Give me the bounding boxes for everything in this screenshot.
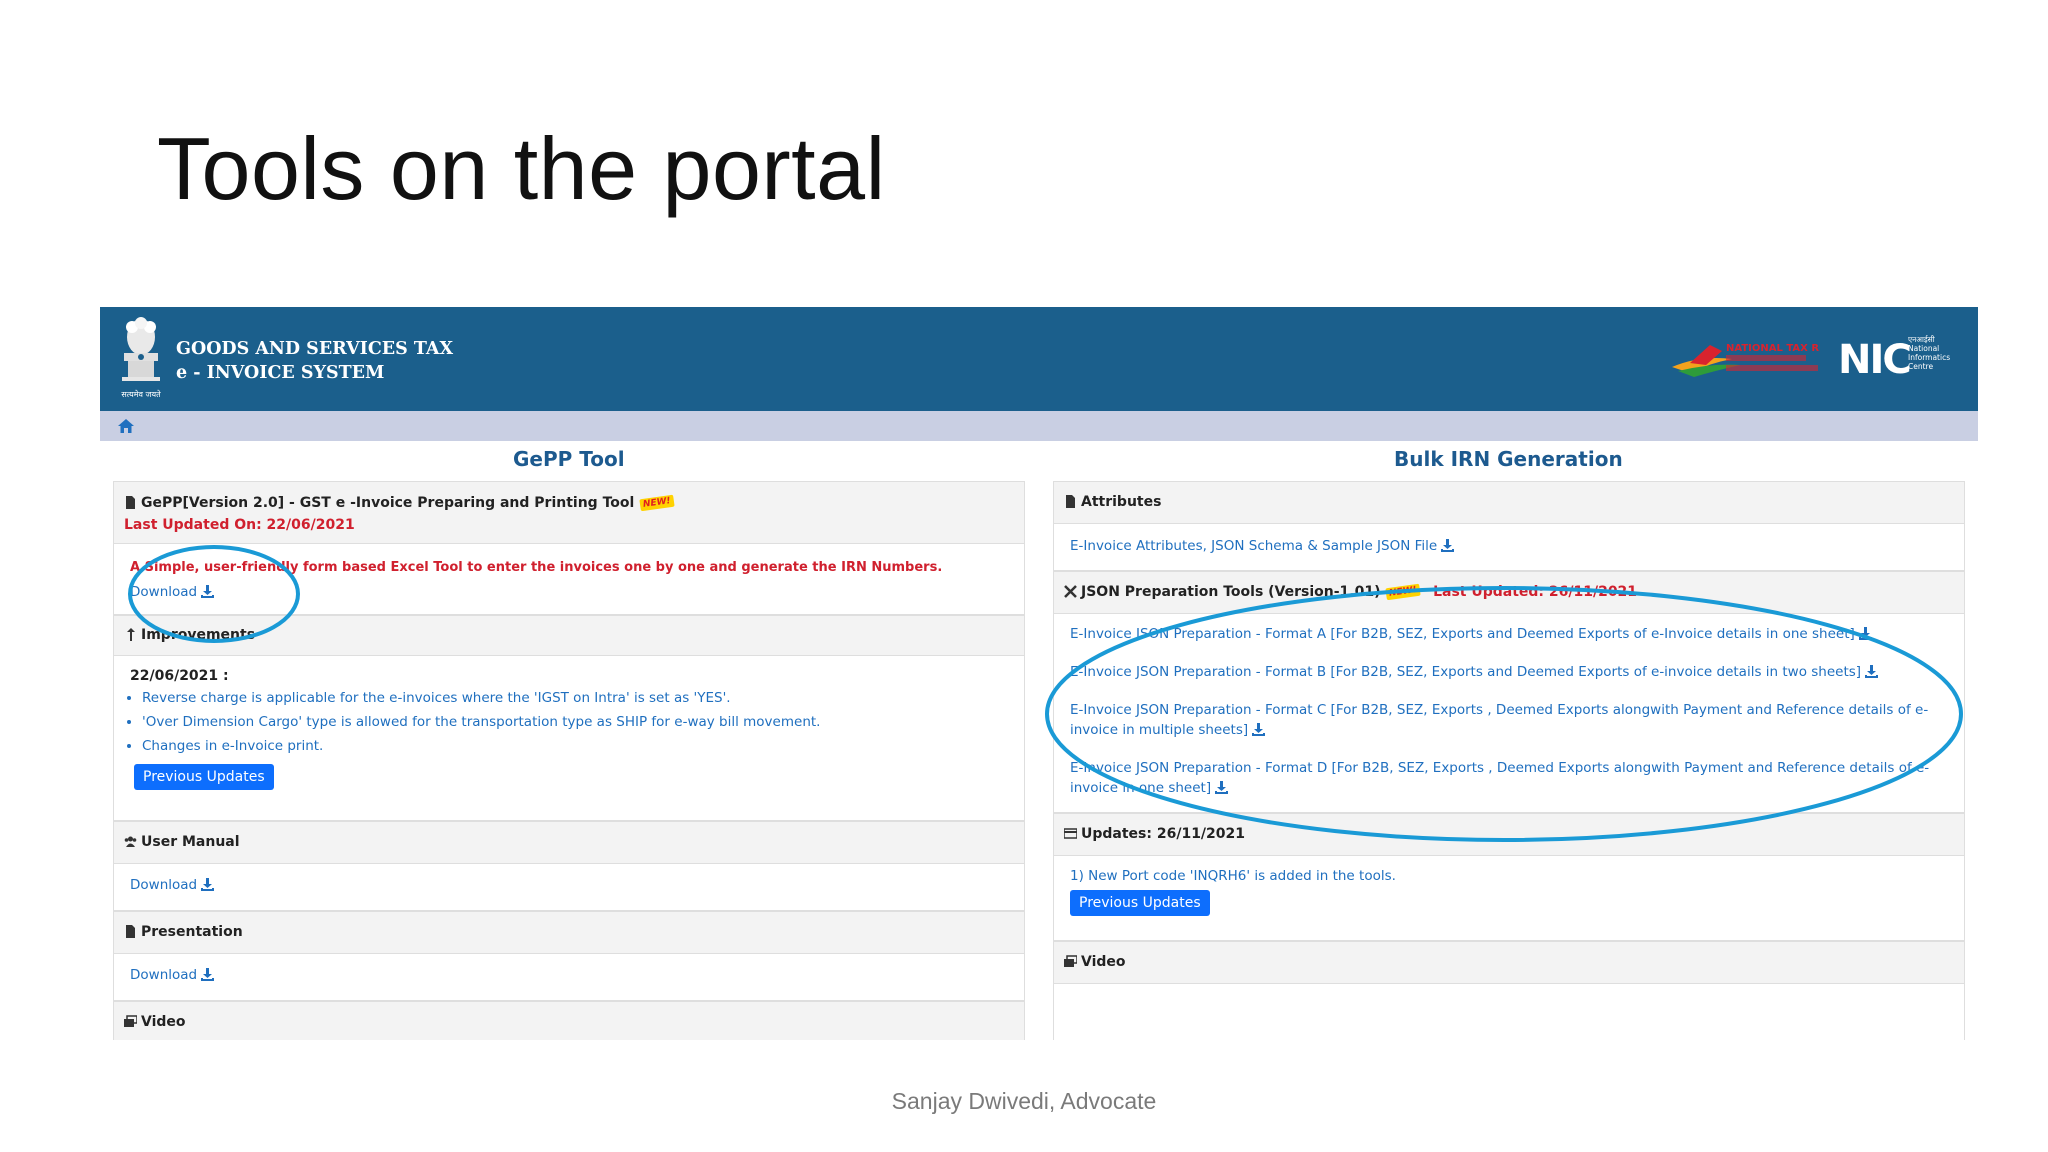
national-tax-registry-logo: NATIONAL TAX REGISTRY <box>1672 343 1820 377</box>
presentation-panel: Presentation Download <box>113 911 1025 1001</box>
brand-line-1: GOODS AND SERVICES TAX <box>176 339 454 359</box>
video-icon <box>1064 955 1077 967</box>
download-icon <box>1865 665 1879 678</box>
updates-heading: Updates: 26/11/2021 <box>1081 826 1246 842</box>
nic-subtitle: एनआईसी National Informatics Centre <box>1908 335 1950 371</box>
previous-updates-button[interactable]: Previous Updates <box>134 764 274 790</box>
improvements-list: Reverse charge is applicable for the e-i… <box>130 690 1008 754</box>
tools-icon <box>1064 585 1077 598</box>
improvements-heading: Improvements <box>141 627 256 643</box>
download-icon <box>201 585 215 598</box>
file-icon <box>126 925 135 938</box>
presentation-heading: Presentation <box>141 924 243 940</box>
improvements-panel-head: Improvements <box>114 616 1024 656</box>
portal-brand: GOODS AND SERVICES TAX e - INVOICE SYSTE… <box>176 337 453 385</box>
json-tools-heading: JSON Preparation Tools (Version-1.01) <box>1081 584 1381 600</box>
ntr-logo-text: NATIONAL TAX REGISTRY <box>1726 343 1820 354</box>
download-icon <box>201 968 215 981</box>
gepp-description: A Simple, user-friendly form based Excel… <box>130 560 943 575</box>
presentation-download-link[interactable]: Download <box>114 954 1024 983</box>
nic-sub-1: एनआईसी <box>1908 335 1935 344</box>
user-manual-panel: User Manual Download <box>113 821 1025 911</box>
format-c-label: E-Invoice JSON Preparation - Format C [F… <box>1070 702 1929 738</box>
presentation-head: Presentation <box>114 912 1024 954</box>
json-tools-body: E-Invoice JSON Preparation - Format A [F… <box>1054 614 1964 798</box>
new-badge: NEW! <box>639 494 675 512</box>
card-icon <box>1064 828 1077 839</box>
download-icon <box>1252 723 1266 736</box>
portal-screenshot: सत्यमेव जयते GOODS AND SERVICES TAX e - … <box>100 307 1978 1040</box>
video-head-left: Video <box>114 1002 1024 1040</box>
nic-sub-3: Informatics <box>1908 353 1951 362</box>
bulk-irn-title: Bulk IRN Generation <box>1394 447 1623 471</box>
new-badge: NEW! <box>1385 583 1421 601</box>
list-item: Reverse charge is applicable for the e-i… <box>142 690 1008 706</box>
attributes-head: Attributes <box>1054 482 1964 524</box>
gepp-heading: GePP[Version 2.0] - GST e -Invoice Prepa… <box>141 495 635 511</box>
nic-logo-text: NIC <box>1838 337 1910 381</box>
format-b-label: E-Invoice JSON Preparation - Format B [F… <box>1070 664 1862 680</box>
video-panel-right: Video <box>1053 941 1965 1040</box>
user-manual-head: User Manual <box>114 822 1024 864</box>
update-item: 1) New Port code 'INQRH6' is added in th… <box>1070 868 1396 884</box>
nic-sub-2: National <box>1908 344 1940 353</box>
video-heading: Video <box>141 1014 186 1030</box>
json-tools-last-updated: Last Updated: 26/11/2021 <box>1433 584 1638 600</box>
improvements-panel: Improvements 22/06/2021 : Reverse charge… <box>113 615 1025 821</box>
gepp-last-updated: Last Updated On: 22/06/2021 <box>124 517 355 533</box>
video-panel-left: Video <box>113 1001 1025 1040</box>
json-tools-head: JSON Preparation Tools (Version-1.01) NEW… <box>1054 572 1964 614</box>
video-heading: Video <box>1081 954 1126 970</box>
updates-panel: Updates: 26/11/2021 1) New Port code 'IN… <box>1053 813 1965 941</box>
video-head-right: Video <box>1054 942 1964 984</box>
attributes-link-label: E-Invoice Attributes, JSON Schema & Samp… <box>1070 538 1438 554</box>
user-manual-heading: User Manual <box>141 834 240 850</box>
nic-sub-4: Centre <box>1908 362 1934 371</box>
emblem-caption: सत्यमेव जयते <box>121 389 161 399</box>
download-icon <box>201 878 215 891</box>
download-icon <box>1215 781 1229 794</box>
format-d-link[interactable]: E-Invoice JSON Preparation - Format D [F… <box>1070 758 1948 798</box>
updates-body: 1) New Port code 'INQRH6' is added in th… <box>1054 856 1964 916</box>
users-icon <box>124 836 137 847</box>
home-icon[interactable] <box>118 419 134 433</box>
portal-header: सत्यमेव जयते GOODS AND SERVICES TAX e - … <box>100 307 1978 411</box>
attributes-panel: Attributes E-Invoice Attributes, JSON Sc… <box>1053 481 1965 571</box>
attributes-heading: Attributes <box>1081 494 1162 510</box>
format-a-label: E-Invoice JSON Preparation - Format A [F… <box>1070 626 1855 642</box>
gepp-tool-title: GePP Tool <box>513 447 625 471</box>
level-up-icon <box>127 628 135 641</box>
improvements-body: 22/06/2021 : Reverse charge is applicabl… <box>114 656 1024 790</box>
gepp-panel: GePP[Version 2.0] - GST e -Invoice Prepa… <box>113 481 1025 615</box>
download-label: Download <box>130 877 198 893</box>
file-icon <box>1066 495 1075 508</box>
slide-title: Tools on the portal <box>157 119 886 218</box>
download-label: Download <box>130 967 198 983</box>
improvements-date: 22/06/2021 : <box>130 668 229 684</box>
updates-head: Updates: 26/11/2021 <box>1054 814 1964 856</box>
json-tools-panel: JSON Preparation Tools (Version-1.01) NEW… <box>1053 571 1965 813</box>
brand-line-2: e - INVOICE SYSTEM <box>176 363 385 383</box>
slide-footer: Sanjay Dwivedi, Advocate <box>891 1088 1157 1114</box>
user-manual-download-link[interactable]: Download <box>114 864 1024 893</box>
gepp-panel-head: GePP[Version 2.0] - GST e -Invoice Prepa… <box>114 482 1024 544</box>
download-label: Download <box>130 584 198 600</box>
format-a-link[interactable]: E-Invoice JSON Preparation - Format A [F… <box>1070 624 1948 644</box>
attributes-link[interactable]: E-Invoice Attributes, JSON Schema & Samp… <box>1054 524 1964 554</box>
gepp-download-link[interactable]: Download <box>130 584 1008 600</box>
previous-updates-button[interactable]: Previous Updates <box>1070 890 1210 916</box>
video-icon <box>124 1015 137 1027</box>
gepp-panel-body: A Simple, user-friendly form based Excel… <box>114 544 1024 600</box>
format-c-link[interactable]: E-Invoice JSON Preparation - Format C [F… <box>1070 700 1948 740</box>
list-item: Changes in e-Invoice print. <box>142 738 1008 754</box>
download-icon <box>1858 627 1872 640</box>
format-b-link[interactable]: E-Invoice JSON Preparation - Format B [F… <box>1070 662 1948 682</box>
format-d-label: E-Invoice JSON Preparation - Format D [F… <box>1070 760 1930 796</box>
list-item: 'Over Dimension Cargo' type is allowed f… <box>142 714 1008 730</box>
file-icon <box>126 496 135 509</box>
breadcrumb <box>100 411 1978 441</box>
national-emblem-icon: सत्यमेव जयते <box>121 317 161 399</box>
download-icon <box>1441 539 1455 552</box>
